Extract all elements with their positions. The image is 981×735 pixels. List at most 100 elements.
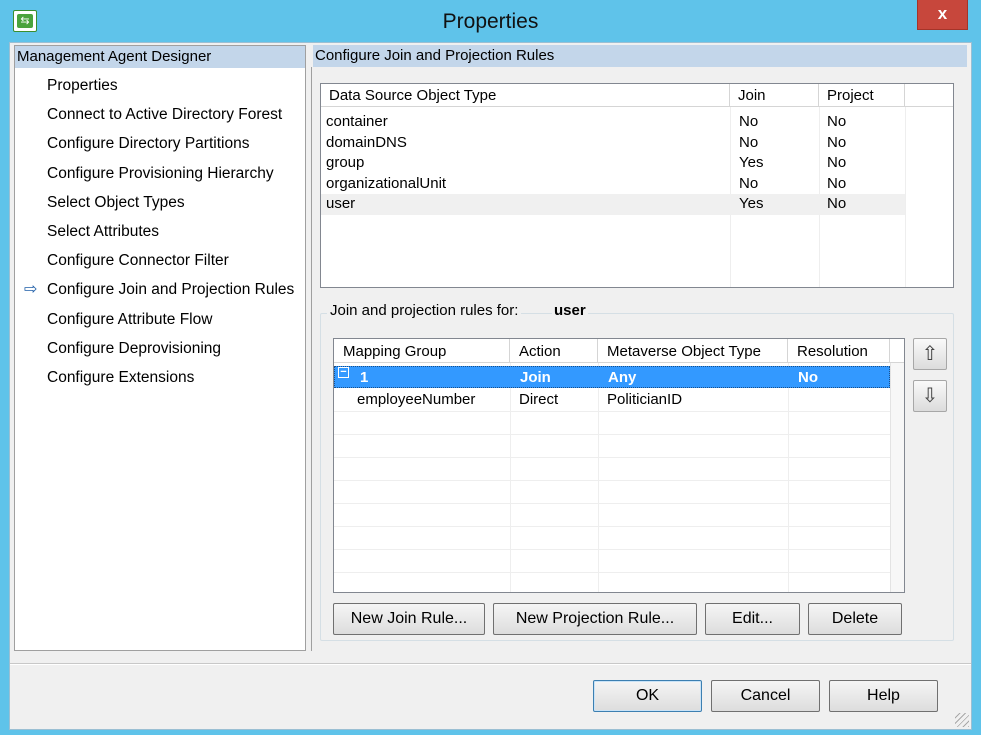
nav-item-properties[interactable]: Properties (15, 71, 305, 100)
ok-button[interactable]: OK (593, 680, 702, 712)
row-divider (334, 480, 890, 481)
table-row[interactable]: container No No (321, 112, 905, 133)
rules-groupbox: Join and projection rules for: user Mapp… (320, 302, 954, 641)
join-cell: No (739, 174, 759, 192)
column-header-metaverse-type[interactable]: Metaverse Object Type (598, 339, 788, 363)
nav-item-extensions[interactable]: Configure Extensions (15, 363, 305, 392)
page-title: Configure Join and Projection Rules (313, 45, 967, 67)
table-row[interactable]: organizationalUnit No No (321, 174, 905, 195)
project-cell: No (827, 113, 847, 130)
dialog-footer: OK Cancel Help (10, 664, 971, 729)
column-divider (905, 107, 906, 287)
row-divider (334, 503, 890, 504)
column-header-filler (905, 84, 953, 107)
row-divider (334, 572, 890, 573)
row-divider (334, 549, 890, 550)
designer-nav-pane: Management Agent Designer Properties Con… (14, 45, 306, 651)
column-header-join[interactable]: Join (730, 84, 819, 107)
move-up-button[interactable]: ⇧ (913, 338, 947, 370)
designer-nav-header: Management Agent Designer (15, 46, 305, 68)
row-divider (334, 434, 890, 435)
arrow-up-icon: ⇧ (921, 343, 939, 365)
join-cell: No (739, 133, 759, 151)
project-cell: No (827, 195, 847, 212)
project-cell: No (827, 154, 847, 171)
column-header-filler (890, 339, 904, 363)
nav-item-connect-forest[interactable]: Connect to Active Directory Forest (15, 100, 305, 129)
delete-button[interactable]: Delete (808, 603, 902, 635)
join-cell: Yes (739, 195, 764, 212)
join-cell: No (739, 113, 759, 130)
mapping-group-cell: 1 (360, 369, 369, 386)
nav-item-label: Select Object Types (47, 193, 185, 211)
join-projection-panel: Data Source Object Type Join Project con… (311, 67, 967, 651)
mapping-group-cell: employeeNumber (357, 391, 476, 408)
column-header-mapping-group[interactable]: Mapping Group (334, 339, 510, 363)
resolution-cell: No (798, 369, 818, 386)
vertical-scrollbar[interactable] (890, 363, 904, 592)
title-bar[interactable]: ⇆ Properties x (0, 0, 981, 42)
object-type-cell: container (326, 113, 388, 130)
table-row-selected[interactable]: − 1 Join Any No (334, 366, 890, 388)
resize-grip-icon[interactable] (955, 713, 969, 727)
nav-item-label: Select Attributes (47, 222, 160, 240)
nav-item-label: Configure Provisioning Hierarchy (47, 164, 274, 182)
nav-item-label: Configure Connector Filter (47, 252, 229, 270)
row-divider (334, 457, 890, 458)
object-type-cell: organizationalUnit (326, 174, 447, 192)
nav-item-join-projection[interactable]: ⇨ Configure Join and Projection Rules (15, 275, 305, 304)
new-projection-rule-button[interactable]: New Projection Rule... (493, 603, 697, 635)
current-step-arrow-icon: ⇨ (24, 281, 38, 299)
nav-item-label: Configure Join and Projection Rules (47, 281, 295, 299)
table-row-selected[interactable]: user Yes No (321, 194, 905, 215)
join-cell: Yes (739, 154, 764, 171)
nav-item-attributes[interactable]: Select Attributes (15, 217, 305, 246)
dialog-client-area: Management Agent Designer Properties Con… (9, 42, 972, 730)
rules-for-label: Join and projection rules for: (327, 302, 522, 319)
column-header-project[interactable]: Project (819, 84, 905, 107)
nav-item-deprovisioning[interactable]: Configure Deprovisioning (15, 334, 305, 363)
arrow-down-icon: ⇩ (921, 385, 939, 407)
nav-item-label: Configure Attribute Flow (47, 310, 213, 328)
close-button[interactable]: x (917, 0, 968, 30)
help-button[interactable]: Help (829, 680, 938, 712)
nav-item-directory-partitions[interactable]: Configure Directory Partitions (15, 129, 305, 158)
metaverse-type-cell: Any (608, 369, 637, 386)
object-type-grid: Data Source Object Type Join Project con… (320, 83, 954, 288)
object-type-cell: group (326, 154, 365, 171)
nav-item-connector-filter[interactable]: Configure Connector Filter (15, 246, 305, 275)
nav-item-label: Connect to Active Directory Forest (47, 106, 283, 124)
row-divider (334, 526, 890, 527)
nav-item-attribute-flow[interactable]: Configure Attribute Flow (15, 305, 305, 334)
mapping-rules-grid: Mapping Group Action Metaverse Object Ty… (333, 338, 905, 593)
action-cell: Direct (519, 391, 559, 408)
nav-item-label: Configure Directory Partitions (47, 135, 250, 153)
row-divider (334, 411, 890, 412)
new-join-rule-button[interactable]: New Join Rule... (333, 603, 485, 635)
nav-item-object-types[interactable]: Select Object Types (15, 188, 305, 217)
column-header-action[interactable]: Action (510, 339, 598, 363)
nav-item-label: Configure Extensions (47, 368, 195, 386)
table-row[interactable]: domainDNS No No (321, 133, 905, 154)
collapse-icon[interactable]: − (338, 367, 349, 378)
metaverse-type-cell: PoliticianID (607, 391, 683, 408)
table-row[interactable]: employeeNumber Direct PoliticianID (334, 389, 890, 411)
window-title: Properties (442, 10, 539, 33)
project-cell: No (827, 174, 847, 192)
edit-button[interactable]: Edit... (705, 603, 800, 635)
object-type-cell: user (326, 195, 356, 212)
object-type-cell: domainDNS (326, 133, 407, 151)
move-down-button[interactable]: ⇩ (913, 380, 947, 412)
nav-item-label: Configure Deprovisioning (47, 339, 222, 357)
rules-for-object: user (552, 302, 588, 319)
column-header-object-type[interactable]: Data Source Object Type (321, 84, 730, 107)
project-cell: No (827, 133, 847, 151)
properties-window: ⇆ Properties x Management Agent Designer… (0, 0, 981, 735)
nav-item-label: Properties (47, 77, 118, 94)
cancel-button[interactable]: Cancel (711, 680, 820, 712)
designer-nav-list: Properties Connect to Active Directory F… (15, 68, 305, 392)
table-row[interactable]: group Yes No (321, 153, 905, 174)
action-cell: Join (520, 369, 551, 386)
nav-item-provisioning-hierarchy[interactable]: Configure Provisioning Hierarchy (15, 159, 305, 188)
column-header-resolution[interactable]: Resolution (788, 339, 890, 363)
